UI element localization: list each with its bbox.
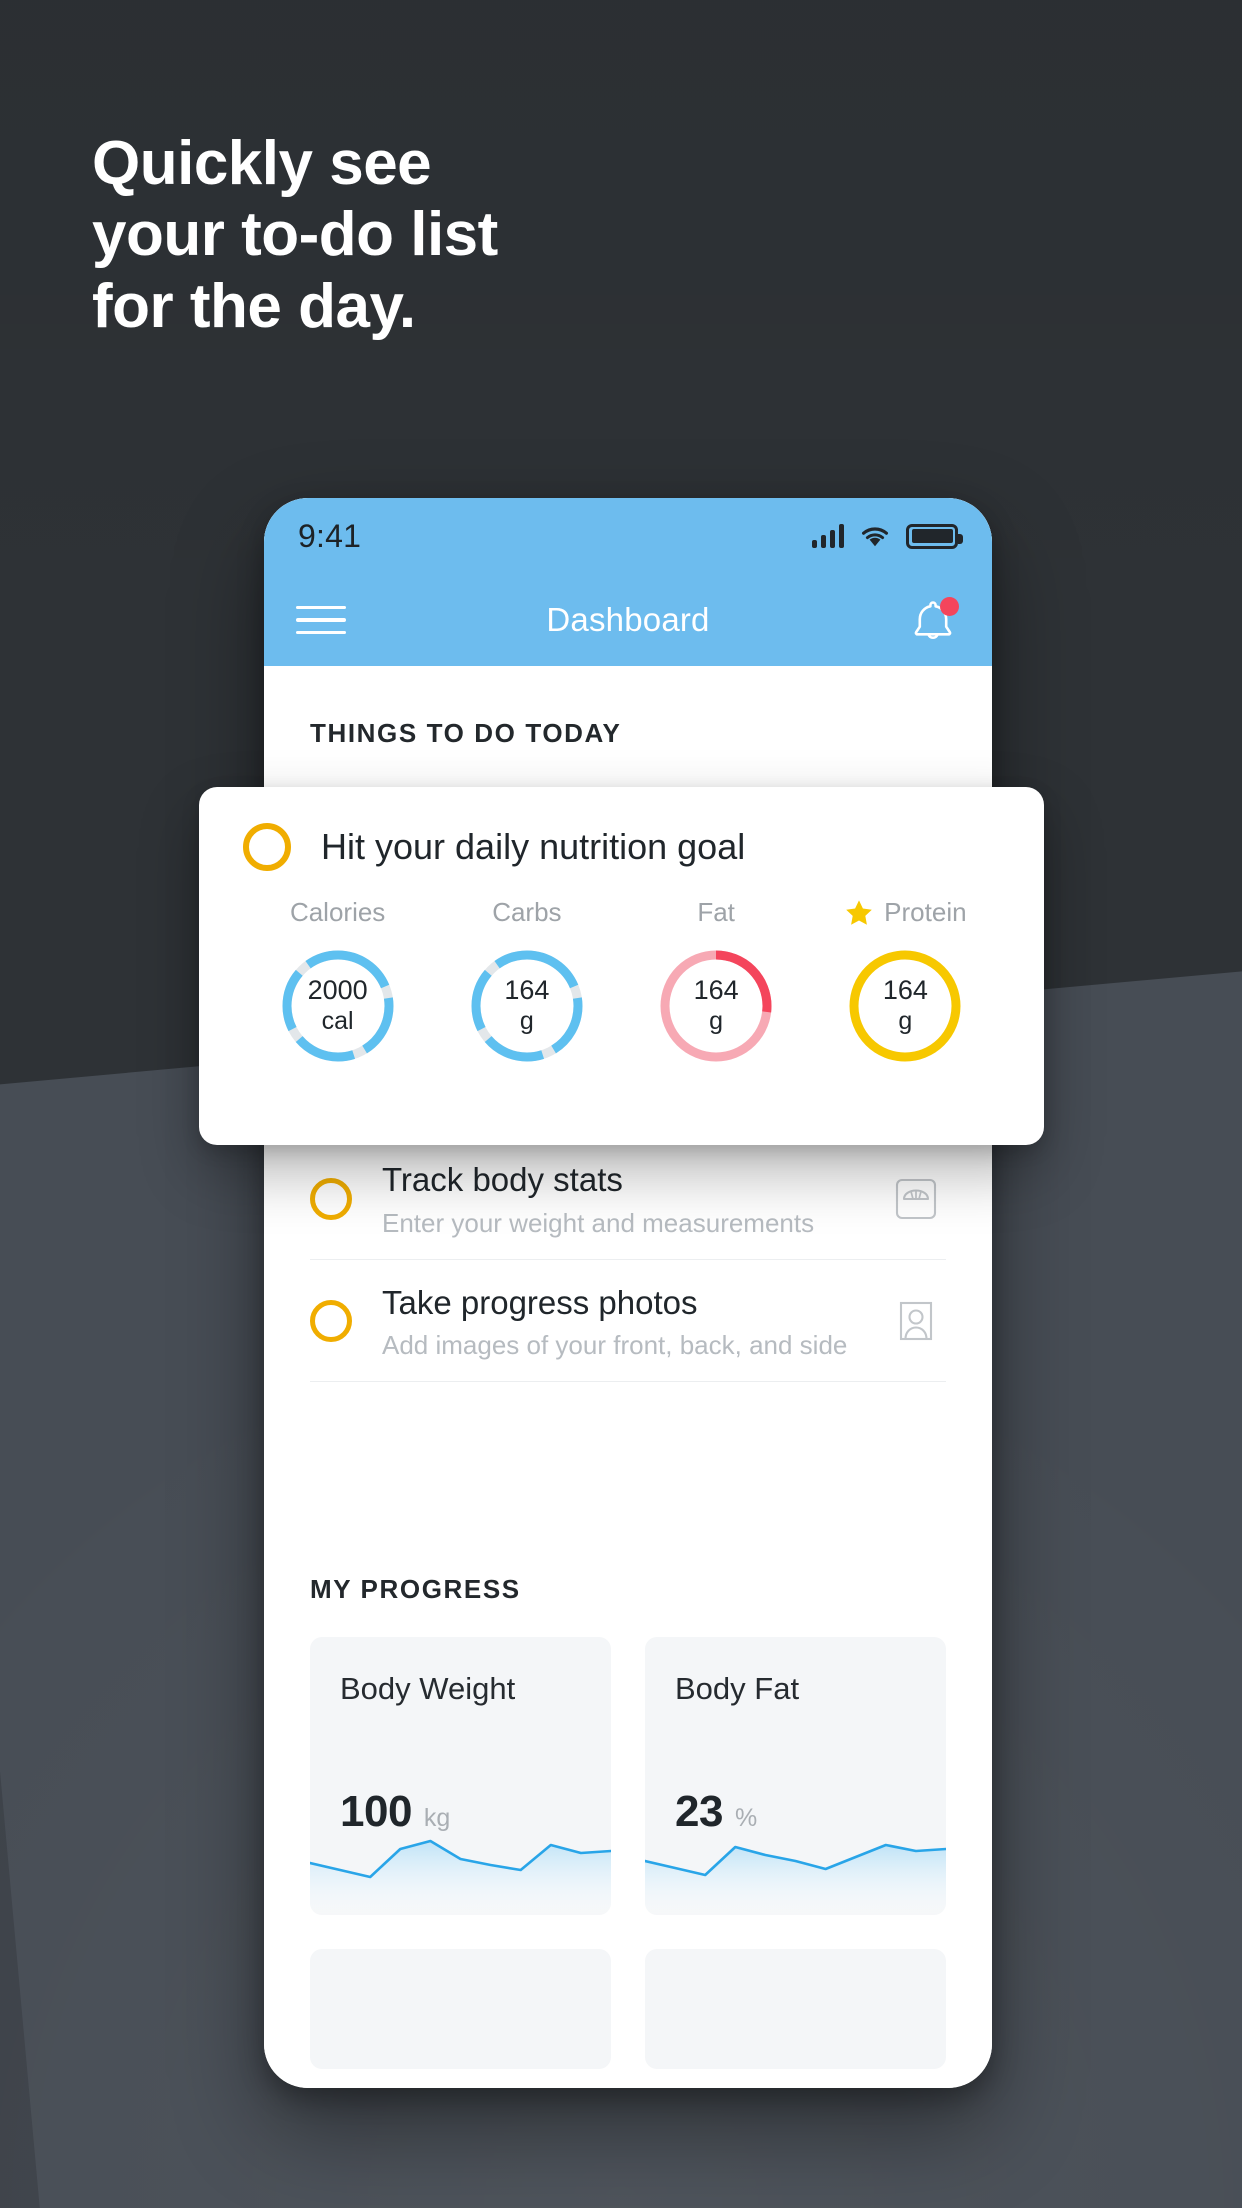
nutrition-card-header: Hit your daily nutrition goal — [243, 823, 1000, 871]
hamburger-menu-icon[interactable] — [296, 605, 346, 635]
macro-donut-protein: 164 g — [843, 944, 967, 1068]
todo-item-subtitle: Add images of your front, back, and side — [382, 1329, 848, 1360]
macro-value: 164 — [882, 975, 928, 1006]
macro-donut-center: 164 g — [465, 944, 589, 1068]
progress-card-placeholder-right[interactable] — [645, 1948, 946, 2069]
progress-card-body-fat[interactable]: Body Fat 23 % — [645, 1636, 946, 1915]
nutrition-goal-card[interactable]: Hit your daily nutrition goal Calories 2… — [199, 787, 1044, 1145]
macro-carbs[interactable]: Carbs 164 g — [432, 897, 621, 1068]
macro-value: 2000 — [307, 975, 368, 1006]
macro-donut-center: 2000 cal — [276, 944, 400, 1068]
app-navbar: Dashboard — [264, 574, 992, 666]
headline-line-2: your to-do list — [92, 200, 498, 270]
phone-mockup: 9:41 Dashboard THINGS TO DO TODAY Track … — [264, 498, 992, 2088]
promo-headline: Quickly see your to-do list for the day. — [92, 128, 832, 342]
status-bar: 9:41 — [264, 498, 992, 574]
macro-donut-calories: 2000 cal — [276, 944, 400, 1068]
progress-card-title: Body Weight — [340, 1670, 516, 1706]
status-bar-icons — [811, 523, 963, 549]
macro-unit: g — [709, 1007, 724, 1036]
page-title: Dashboard — [546, 601, 710, 638]
macro-label-row: Calories — [290, 897, 385, 928]
macro-fat[interactable]: Fat 164 g — [622, 897, 811, 1068]
todo-checkbox-ring[interactable] — [310, 1177, 352, 1220]
todo-item-subtitle: Enter your weight and measurements — [382, 1207, 815, 1238]
macro-unit: cal — [321, 1007, 354, 1036]
headline-line-1: Quickly see — [92, 129, 432, 198]
body-weight-sparkline — [310, 1829, 611, 1915]
macro-label-row: Carbs — [492, 897, 561, 928]
progress-card-row: Body Weight 100 kg Body Fat 23 % — [310, 1636, 946, 1915]
macro-value: 164 — [693, 975, 739, 1006]
status-bar-time: 9:41 — [298, 517, 362, 554]
macro-label: Protein — [884, 897, 967, 927]
macro-donut-center: 164 g — [654, 944, 778, 1068]
nutrition-checkbox-ring[interactable] — [243, 823, 291, 871]
todo-item-track-body-stats[interactable]: Track body stats Enter your weight and m… — [310, 1137, 946, 1260]
weighing-scale-icon — [886, 1169, 946, 1229]
progress-card-placeholder-left[interactable] — [310, 1948, 611, 2069]
macro-donut-center: 164 g — [843, 944, 967, 1068]
star-icon — [844, 898, 874, 928]
headline-line-3: for the day. — [92, 271, 416, 341]
battery-full-icon — [906, 523, 963, 549]
todo-item-title: Take progress photos — [382, 1283, 698, 1321]
progress-card-body-weight[interactable]: Body Weight 100 kg — [310, 1636, 611, 1915]
app-screen: 9:41 Dashboard THINGS TO DO TODAY Track … — [264, 498, 992, 2088]
macro-label: Fat — [697, 897, 735, 927]
notification-bell-icon[interactable] — [906, 593, 960, 647]
wifi-icon — [860, 525, 890, 548]
cellular-signal-icon — [811, 524, 844, 548]
person-photo-icon — [886, 1291, 946, 1351]
body-fat-sparkline — [645, 1829, 946, 1915]
notification-badge — [940, 597, 959, 616]
macro-label-row: Protein — [844, 897, 967, 928]
progress-card-row-secondary — [310, 1948, 946, 2069]
todo-item-take-progress-photos[interactable]: Take progress photos Add images of your … — [310, 1260, 946, 1382]
things-to-do-heading: THINGS TO DO TODAY — [310, 718, 622, 748]
macro-unit: g — [519, 1007, 534, 1036]
macro-label-row: Fat — [697, 897, 735, 928]
my-progress-heading: MY PROGRESS — [310, 1573, 521, 1604]
todo-item-text: Take progress photos Add images of your … — [382, 1282, 886, 1361]
macro-unit: g — [898, 1007, 913, 1036]
macro-value: 164 — [504, 975, 550, 1006]
progress-card-title: Body Fat — [675, 1670, 800, 1706]
macro-ring-row: Calories 2000 cal Carbs 164 g Fat 164 g … — [243, 897, 1000, 1068]
macro-donut-fat: 164 g — [654, 944, 778, 1068]
macro-label: Carbs — [492, 897, 562, 927]
macro-label: Calories — [289, 897, 386, 927]
todo-item-text: Track body stats Enter your weight and m… — [382, 1159, 886, 1238]
nutrition-card-title: Hit your daily nutrition goal — [321, 826, 746, 867]
todo-checkbox-ring[interactable] — [310, 1300, 352, 1343]
macro-donut-carbs: 164 g — [465, 944, 589, 1068]
todo-item-title: Track body stats — [382, 1161, 623, 1199]
macro-protein[interactable]: Protein 164 g — [811, 897, 1000, 1068]
macro-calories[interactable]: Calories 2000 cal — [243, 897, 432, 1068]
